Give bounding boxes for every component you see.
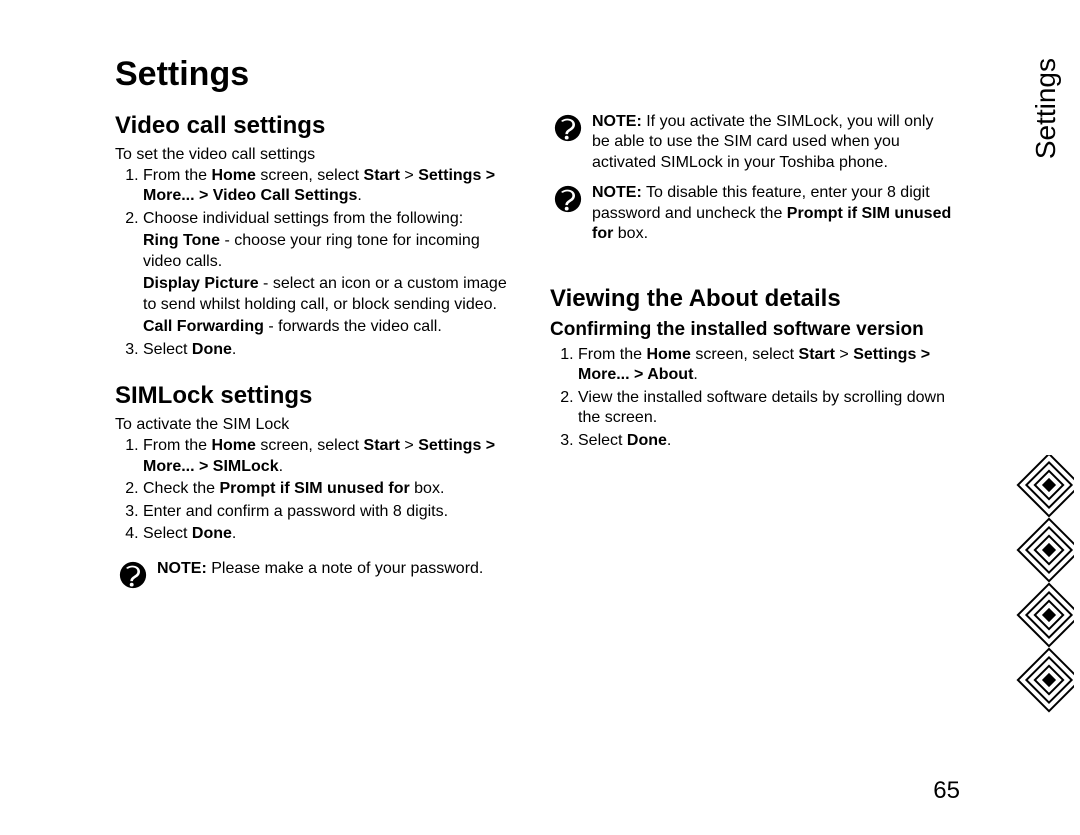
simlock-steps: From the Home screen, select Start > Set… bbox=[115, 436, 520, 544]
simlock-step-4: Select Done. bbox=[143, 524, 520, 544]
left-column: Video call settings To set the video cal… bbox=[115, 112, 520, 599]
note-icon bbox=[119, 561, 147, 589]
note-disable: NOTE: To disable this feature, enter you… bbox=[554, 183, 955, 244]
video-step-3: Select Done. bbox=[143, 340, 520, 360]
heading-about: Viewing the About details bbox=[550, 285, 955, 313]
note-text: NOTE: To disable this feature, enter you… bbox=[592, 183, 955, 244]
about-step-1: From the Home screen, select Start > Set… bbox=[578, 345, 955, 386]
page-number: 65 bbox=[933, 777, 960, 805]
heading-simlock: SIMLock settings bbox=[115, 382, 520, 410]
columns: Video call settings To set the video cal… bbox=[115, 112, 955, 599]
about-step-3: Select Done. bbox=[578, 431, 955, 451]
diamond-decoration bbox=[1004, 455, 1074, 715]
page-title: Settings bbox=[115, 55, 955, 94]
heading-video-call: Video call settings bbox=[115, 112, 520, 140]
note-activate: NOTE: If you activate the SIMLock, you w… bbox=[554, 112, 955, 173]
video-step-2: Choose individual settings from the foll… bbox=[143, 209, 520, 338]
simlock-step-2: Check the Prompt if SIM unused for box. bbox=[143, 479, 520, 499]
video-steps: From the Home screen, select Start > Set… bbox=[115, 166, 520, 360]
simlock-lead: To activate the SIM Lock bbox=[115, 416, 520, 434]
note-icon bbox=[554, 185, 582, 213]
video-step-1: From the Home screen, select Start > Set… bbox=[143, 166, 520, 207]
simlock-step-3: Enter and confirm a password with 8 digi… bbox=[143, 502, 520, 522]
video-lead: To set the video call settings bbox=[115, 146, 520, 164]
about-step-2: View the installed software details by s… bbox=[578, 388, 955, 429]
simlock-step-1: From the Home screen, select Start > Set… bbox=[143, 436, 520, 477]
note-icon bbox=[554, 114, 582, 142]
side-tab-label: Settings bbox=[1030, 58, 1062, 159]
content-area: Settings Video call settings To set the … bbox=[115, 55, 955, 599]
subheading-software-version: Confirming the installed software versio… bbox=[550, 319, 955, 341]
note-text: NOTE: Please make a note of your passwor… bbox=[157, 559, 520, 579]
about-steps: From the Home screen, select Start > Set… bbox=[550, 345, 955, 451]
manual-page: Settings Settings Video call settings To… bbox=[0, 0, 1080, 835]
note-password: NOTE: Please make a note of your passwor… bbox=[119, 559, 520, 589]
right-column: NOTE: If you activate the SIMLock, you w… bbox=[550, 112, 955, 599]
note-text: NOTE: If you activate the SIMLock, you w… bbox=[592, 112, 955, 173]
